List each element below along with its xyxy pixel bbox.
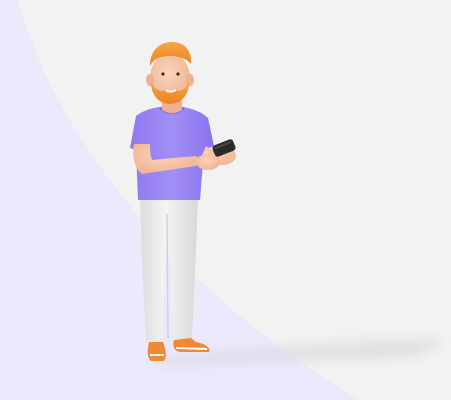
eye-right (176, 72, 180, 76)
scene-svg (0, 0, 451, 400)
illustration-scene (0, 0, 451, 400)
eye-left (161, 72, 165, 76)
